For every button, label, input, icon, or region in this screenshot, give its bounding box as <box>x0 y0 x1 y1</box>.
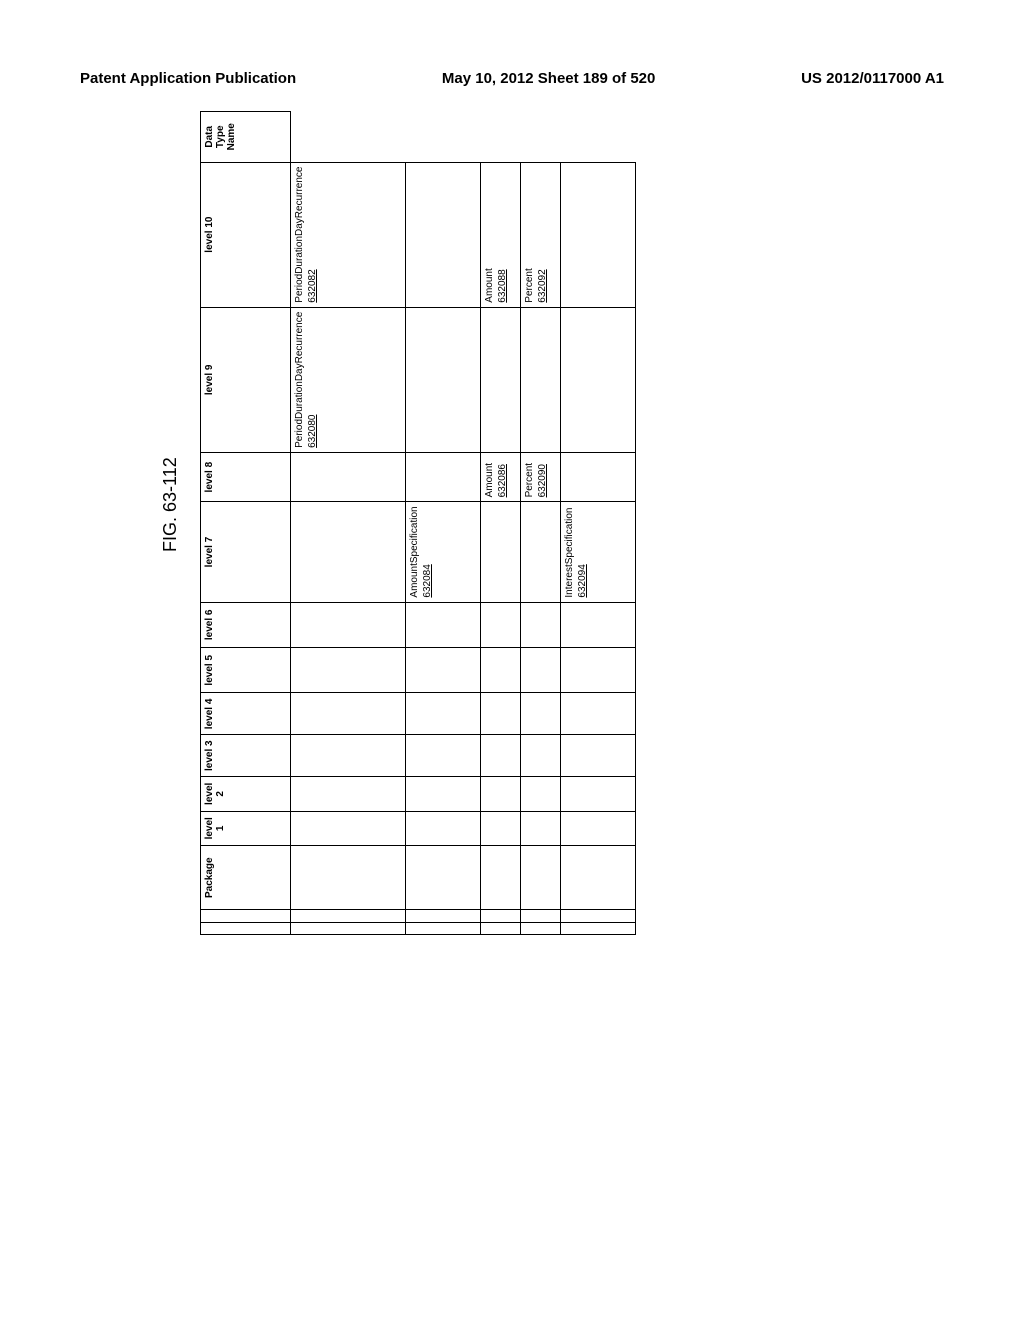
col-level-10: level 10 <box>201 162 291 307</box>
col-level-1: level 1 <box>201 811 291 845</box>
page-header: Patent Application Publication May 10, 2… <box>80 70 944 87</box>
cell-text: Amount <box>484 463 495 497</box>
header-right: US 2012/0117000 A1 <box>801 70 944 87</box>
col-level-9: level 9 <box>201 307 291 452</box>
cell-ref: 632094 <box>577 506 588 597</box>
cell-ref: 632092 <box>537 167 548 303</box>
cell-text: PeriodDurationDayRecurrence <box>294 167 305 303</box>
table-row: PeriodDurationDayRecurrence 632080 Perio… <box>291 112 406 935</box>
cell-dt: Percent 632092 <box>521 162 561 307</box>
cell-text: Amount <box>484 268 495 302</box>
cell-l8: InterestSpecification 632094 <box>561 502 636 602</box>
cell-ref: 632088 <box>497 167 508 303</box>
cell-ref: 632090 <box>537 457 548 498</box>
cell-ref: 632082 <box>307 167 318 303</box>
col-level-8: level 8 <box>201 452 291 502</box>
cell-text: Percent <box>524 463 535 497</box>
cell-text: Percent <box>524 268 535 302</box>
table-row: AmountSpecification 632084 <box>406 112 481 935</box>
cell-l9: Amount 632086 <box>481 452 521 502</box>
cell-l10: PeriodDurationDayRecurrence 632080 <box>291 307 406 452</box>
cell-l9: Percent 632090 <box>521 452 561 502</box>
figure-label: FIG. 63-112 <box>160 457 181 552</box>
cell-ref: 632080 <box>307 312 318 448</box>
table-row: InterestSpecification 632094 <box>561 112 636 935</box>
col-data-type: Data Type Name <box>201 112 291 163</box>
cell-text: AmountSpecification <box>409 506 420 597</box>
col-level-2: level 2 <box>201 777 291 811</box>
data-table: Package level 1 level 2 level 3 level 4 … <box>200 111 636 935</box>
cell-dt: Amount 632088 <box>481 162 521 307</box>
cell-l8: AmountSpecification 632084 <box>406 502 481 602</box>
col-level-6: level 6 <box>201 602 291 647</box>
header-center: May 10, 2012 Sheet 189 of 520 <box>442 70 655 87</box>
header-left: Patent Application Publication <box>80 70 296 87</box>
col-level-5: level 5 <box>201 648 291 693</box>
cell-text: InterestSpecification <box>564 508 575 598</box>
col-package-b <box>201 910 291 922</box>
table-row: Amount 632086 Amount 632088 <box>481 112 521 935</box>
cell-ref: 632084 <box>422 506 433 597</box>
cell-dt: PeriodDurationDayRecurrence 632082 <box>291 162 406 307</box>
col-level-7: level 7 <box>201 502 291 602</box>
col-level-4: level 4 <box>201 693 291 735</box>
data-table-container: Package level 1 level 2 level 3 level 4 … <box>200 111 636 935</box>
cell-ref: 632086 <box>497 457 508 498</box>
col-level-3: level 3 <box>201 735 291 777</box>
cell-text: PeriodDurationDayRecurrence <box>294 312 305 448</box>
table-row: Percent 632090 Percent 632092 <box>521 112 561 935</box>
col-package-a <box>201 922 291 934</box>
col-package-c: Package <box>201 846 291 910</box>
